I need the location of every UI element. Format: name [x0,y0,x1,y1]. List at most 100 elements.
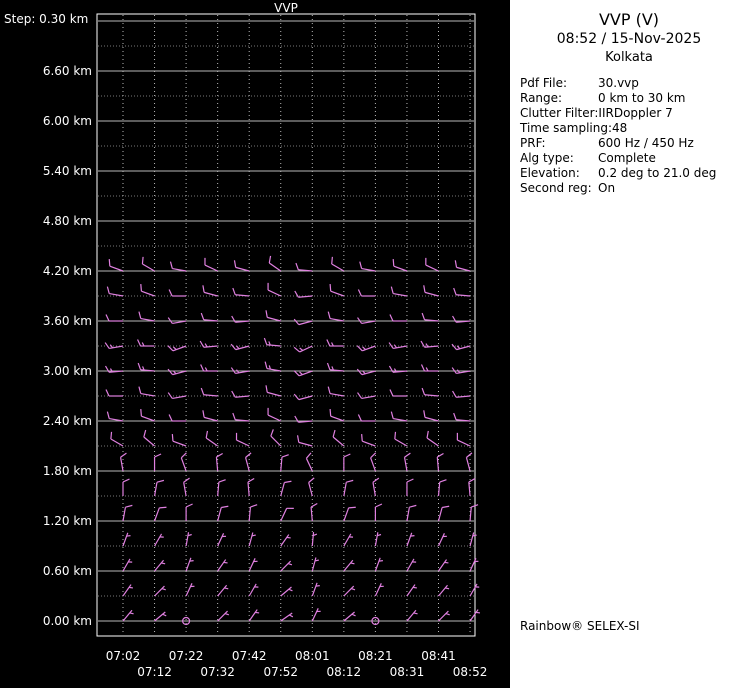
wind-barb [359,262,377,271]
wind-barb [357,365,375,376]
wind-barb [372,478,381,496]
wind-barb [249,504,257,522]
panel-datetime: 08:52 / 15-Nov-2025 [520,30,738,49]
wind-barb [439,533,448,547]
wind-barb [169,415,186,422]
wind-barb [390,315,407,322]
wind-barb [329,257,347,271]
wind-barb [421,340,439,348]
wind-barb [249,532,256,546]
field-row-second-reg: Second reg:On [520,181,738,196]
wind-barb [422,388,440,396]
wind-barb [232,315,250,323]
wind-barb [344,454,351,471]
wind-barb [470,504,478,522]
wind-barb [169,262,187,271]
chart-title: VVP [274,1,298,15]
wind-barb [168,365,186,376]
wind-barb [311,503,319,521]
wind-barb [231,365,249,374]
field-value: 600 Hz / 450 Hz [598,136,694,150]
svg-text:08:31: 08:31 [390,665,425,679]
svg-text:0.00 km: 0.00 km [43,614,92,628]
wind-barb [390,287,408,296]
chart-grid [98,15,474,635]
vvp-chart-svg: VVPStep: 0.30 km6.60 km6.00 km5.40 km4.8… [0,0,510,688]
wind-barb [391,259,409,271]
wind-barb [296,435,314,446]
wind-barb [138,387,156,396]
field-row-time-sampling: Time sampling:48 [520,121,738,136]
wind-barb [375,583,384,597]
wind-barb [375,558,383,572]
wind-barb [139,409,157,421]
wind-barb [218,533,227,547]
svg-text:07:22: 07:22 [169,649,204,663]
wind-barb [107,259,125,271]
wind-barb [155,612,168,624]
wind-barb [327,387,345,396]
panel-title: VVP (V) [520,10,738,30]
wind-barb [169,290,186,297]
wind-barb [308,478,319,496]
field-label: PRF: [520,136,598,151]
wind-barb [453,413,471,421]
wind-barb [331,430,348,446]
field-row-clutter-filter: Clutter Filter:IIRDoppler 7 [520,106,738,121]
wind-barb [328,284,346,296]
field-row-elevation: Elevation:0.2 deg to 21.0 deg [520,166,738,181]
wind-barb [358,315,376,324]
svg-text:6.00 km: 6.00 km [43,114,92,128]
field-value: 30.vvp [598,76,639,90]
wind-barb [123,479,130,496]
svg-text:08:52: 08:52 [453,665,488,679]
wind-barb [183,478,192,496]
wind-barb [294,340,312,353]
wind-barb [375,504,382,521]
panel-fields: Pdf File:30.vvp Range:0 km to 30 km Clut… [520,76,738,196]
wind-barb [454,260,472,271]
wind-barb [201,410,219,421]
y-axis-labels: 6.60 km6.00 km5.40 km4.80 km4.20 km3.60 … [43,64,92,628]
svg-text:1.80 km: 1.80 km [43,464,92,478]
field-value: Complete [598,151,656,165]
info-panel: VVP (V) 08:52 / 15-Nov-2025 Kolkata Pdf … [510,0,744,688]
wind-barb [327,363,345,371]
field-label: Clutter Filter: [520,106,598,121]
field-row-pdf-file: Pdf File:30.vvp [520,76,738,91]
wind-barb [392,432,410,446]
wind-barb [245,453,256,471]
wind-barb [106,315,123,322]
wind-barb [138,363,156,371]
wind-barb [281,454,289,472]
wind-barb [105,340,123,349]
wind-barb [312,532,317,546]
svg-text:2.40 km: 2.40 km [43,414,92,428]
field-value: On [598,181,615,195]
wind-barb [389,365,407,373]
wind-barb [390,412,408,421]
wind-barb [139,284,157,296]
wind-barb [186,583,195,597]
wind-barb [138,340,155,347]
wind-barb [312,557,319,571]
wind-barb [232,288,250,296]
wind-barb [232,390,250,398]
wind-barb [358,415,375,422]
field-label: Alg type: [520,151,598,166]
field-label: Second reg: [520,181,598,196]
wind-barb [248,478,256,496]
wind-barb [295,415,313,423]
wind-barb [295,263,313,271]
wind-barb [105,365,123,373]
wind-barb [106,390,123,397]
wind-barb [264,362,282,371]
wind-barb [265,283,283,296]
wind-barb [439,505,450,523]
wind-barb [269,429,286,446]
wind-barb [470,532,477,546]
wind-barb [281,613,294,624]
wind-barb [422,285,440,296]
svg-text:3.00 km: 3.00 km [43,364,92,378]
wind-barb [312,583,320,597]
